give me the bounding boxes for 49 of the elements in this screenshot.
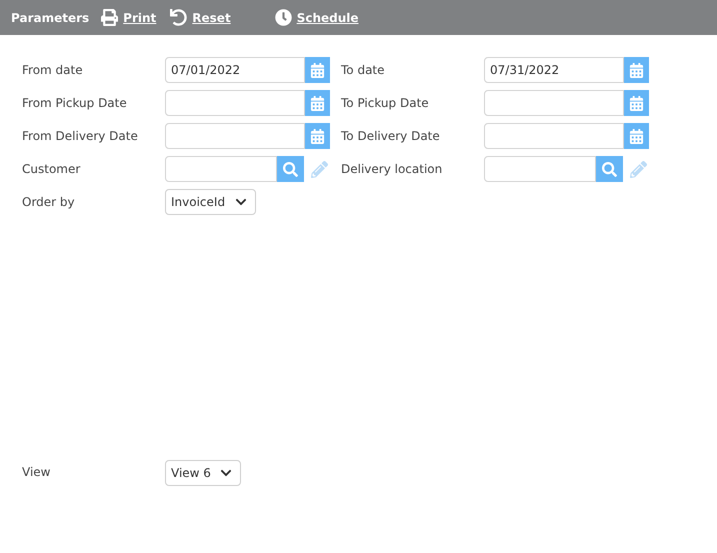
date-field[interactable] [165,90,305,116]
edit-button[interactable] [630,160,647,178]
date-field[interactable]: 07/01/2022 [165,57,305,83]
dropdown[interactable]: InvoiceId [165,189,256,215]
calendar-icon [629,62,644,78]
field-label: View [22,464,52,481]
search-button[interactable] [277,156,304,182]
lookup-field[interactable] [484,156,596,182]
calendar-icon [310,62,325,78]
toolbar-link[interactable]: Schedule [296,8,359,26]
toolbar-link[interactable]: Reset [192,8,231,26]
calendar-button[interactable] [305,90,330,116]
toolbar-title: Parameters [11,10,90,26]
date-field[interactable]: 07/31/2022 [484,57,624,83]
pencil-icon [630,160,647,178]
field-label: To date [341,62,386,79]
calendar-button[interactable] [624,123,649,149]
calendar-button[interactable] [624,90,649,116]
calendar-icon [629,96,644,110]
field-label: From Pickup Date [22,95,128,112]
toolbar-link[interactable]: Print [123,8,156,26]
pencil-icon [311,160,328,178]
field-label: Customer [22,161,82,178]
undo-icon [170,9,188,26]
date-field[interactable] [484,123,624,149]
chevron-down-icon [235,196,247,208]
field-label: From date [22,62,84,79]
calendar-icon [310,96,325,110]
calendar-button[interactable] [305,57,330,83]
field-label: To Delivery Date [341,128,441,145]
field-label: Delivery location [341,161,444,178]
date-field[interactable] [165,123,305,149]
calendar-icon [310,128,325,144]
search-icon [602,162,617,176]
printer-icon [101,9,118,26]
date-field[interactable] [484,90,624,116]
calendar-icon [629,128,644,144]
clock-icon [274,9,292,26]
dropdown[interactable]: View 6 [165,460,241,486]
search-button[interactable] [596,156,623,182]
field-label: Order by [22,194,76,211]
search-icon [283,162,298,176]
field-label: From Delivery Date [22,128,139,145]
field-label: To Pickup Date [341,95,430,112]
lookup-field[interactable] [165,156,277,182]
calendar-button[interactable] [624,57,649,83]
edit-button[interactable] [311,160,328,178]
calendar-button[interactable] [305,123,330,149]
chevron-down-icon [220,467,232,479]
